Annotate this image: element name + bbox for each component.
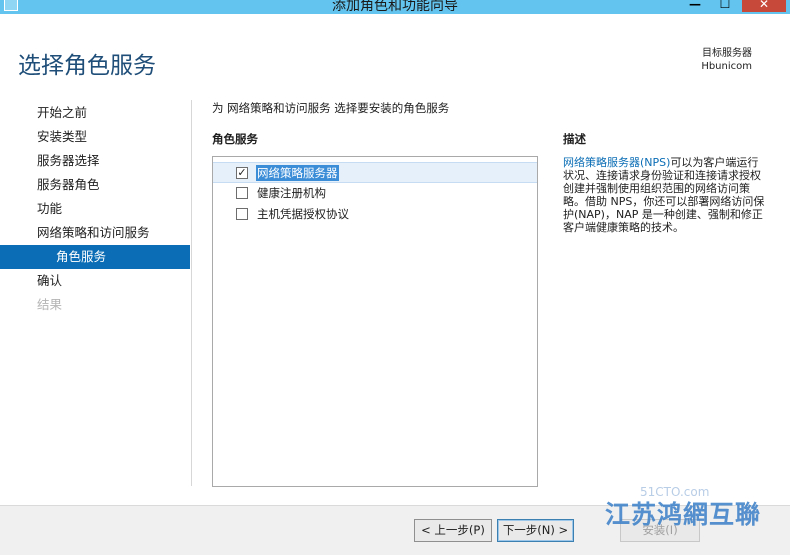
nps-checkbox[interactable]: ✓ [236,167,248,179]
instruction-text: 为 网络策略和访问服务 选择要安装的角色服务 [212,101,450,115]
maximize-button[interactable]: ☐ [712,0,738,12]
role-services-list[interactable]: ✓ 网络策略服务器 健康注册机构 主机凭据授权协议 [212,156,538,487]
nav-item-server-selection[interactable]: 服务器选择 [0,149,190,173]
nav-item-server-roles[interactable]: 服务器角色 [0,173,190,197]
nav-item-npas[interactable]: 网络策略和访问服务 [0,221,190,245]
hra-label[interactable]: 健康注册机构 [256,185,327,201]
nav-divider [191,100,192,486]
description-text: 网络策略服务器(NPS)可以为客户端运行状况、连接请求身份验证和连接请求授权创建… [563,156,768,234]
description-header: 描述 [563,132,586,146]
list-item-hcap[interactable]: 主机凭据授权协议 [213,204,537,225]
title-bar: 添加角色和功能向导 — ☐ ✕ [0,0,790,14]
nav-item-results: 结果 [37,297,63,312]
watermark-logo: 江苏鸿網互聯 [605,500,762,529]
nav-item-confirmation[interactable]: 确认 [0,269,190,293]
hcap-checkbox[interactable] [236,208,248,220]
description-link[interactable]: 网络策略服务器(NPS) [563,156,670,169]
nps-label[interactable]: 网络策略服务器 [256,165,339,181]
hra-checkbox[interactable] [236,187,248,199]
close-button[interactable]: ✕ [742,0,786,12]
minimize-button[interactable]: — [682,0,708,12]
previous-button[interactable]: < 上一步(P) [414,519,492,542]
window-title: 添加角色和功能向导 [332,0,458,14]
wizard-nav: 开始之前 安装类型 服务器选择 服务器角色 功能 网络策略和访问服务 角色服务 … [0,101,190,317]
target-server-info: 目标服务器 Hbunicom [701,47,752,73]
next-button[interactable]: 下一步(N) > [497,519,574,542]
roles-header: 角色服务 [212,132,258,146]
nav-item-before-you-begin[interactable]: 开始之前 [0,101,190,125]
target-server-label: 目标服务器 [702,48,752,59]
page-title: 选择角色服务 [18,53,156,79]
list-item-hra[interactable]: 健康注册机构 [213,183,537,204]
target-server-name: Hbunicom [701,61,752,72]
nav-item-installation-type[interactable]: 安装类型 [0,125,190,149]
nav-item-features[interactable]: 功能 [0,197,190,221]
hcap-label[interactable]: 主机凭据授权协议 [256,206,350,222]
list-item-nps[interactable]: ✓ 网络策略服务器 [213,162,537,183]
nav-item-role-services[interactable]: 角色服务 [0,245,190,269]
